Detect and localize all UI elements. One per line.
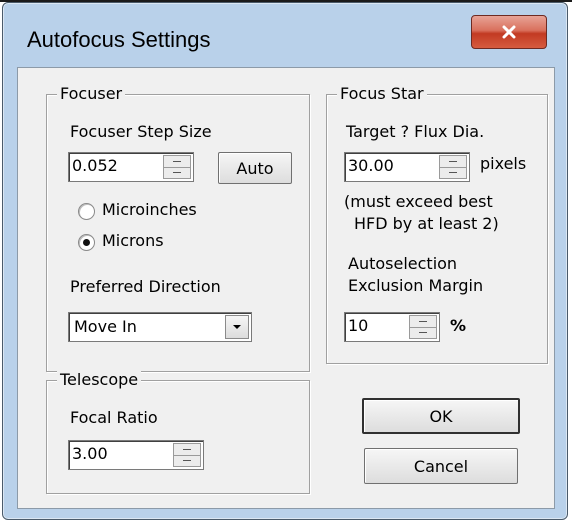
target-flux-value: 30.00 xyxy=(348,156,394,175)
focus-star-group-title: Focus Star xyxy=(337,84,427,104)
close-button[interactable] xyxy=(471,15,547,49)
cancel-button[interactable]: Cancel xyxy=(364,448,518,484)
close-icon xyxy=(502,25,516,39)
focal-ratio-spinner[interactable]: 3.00 xyxy=(68,440,204,470)
focuser-group-title: Focuser xyxy=(57,84,126,104)
microinches-label: Microinches xyxy=(102,200,197,219)
dialog-client-area: Focuser Focuser Step Size 0.052 Auto Mic… xyxy=(17,67,555,509)
step-size-value: 0.052 xyxy=(72,156,118,175)
step-size-label: Focuser Step Size xyxy=(70,122,212,141)
exclusion-margin-down-button[interactable] xyxy=(410,327,436,338)
hfd-note-line1: (must exceed best xyxy=(344,192,493,211)
autoselection-label-line1: Autoselection xyxy=(348,254,458,273)
telescope-group-title: Telescope xyxy=(57,370,142,390)
autoselection-label-line2: Exclusion Margin xyxy=(348,276,484,295)
target-flux-down-button[interactable] xyxy=(440,167,466,178)
exclusion-margin-unit: % xyxy=(450,316,467,335)
preferred-direction-value: Move In xyxy=(74,317,137,336)
dropdown-arrow-button[interactable] xyxy=(225,315,249,339)
window-title: Autofocus Settings xyxy=(27,27,211,52)
preferred-direction-label: Preferred Direction xyxy=(70,277,221,296)
ok-button[interactable]: OK xyxy=(362,398,520,434)
target-flux-unit: pixels xyxy=(480,154,527,173)
exclusion-margin-value: 10 xyxy=(348,316,369,335)
step-size-down-button[interactable] xyxy=(164,167,190,178)
telescope-group: Telescope xyxy=(46,370,310,494)
exclusion-margin-spinner[interactable]: 10 xyxy=(344,312,440,342)
focal-ratio-label: Focal Ratio xyxy=(70,408,158,427)
chevron-down-icon xyxy=(233,325,241,329)
microns-radio[interactable] xyxy=(78,234,95,251)
target-flux-spinner[interactable]: 30.00 xyxy=(344,152,470,182)
hfd-note-line2: HFD by at least 2) xyxy=(354,214,499,233)
target-flux-label: Target ? Flux Dia. xyxy=(346,122,485,141)
microinches-radio[interactable] xyxy=(78,203,95,220)
step-size-spinner[interactable]: 0.052 xyxy=(68,152,194,182)
preferred-direction-dropdown[interactable]: Move In xyxy=(68,312,252,342)
radio-selected-dot xyxy=(83,239,90,246)
focal-ratio-down-button[interactable] xyxy=(174,455,200,466)
microns-label: Microns xyxy=(102,231,164,250)
focal-ratio-value: 3.00 xyxy=(72,444,108,463)
auto-button[interactable]: Auto xyxy=(218,152,292,184)
dialog-window: Autofocus Settings Focuser Focuser Step … xyxy=(2,2,568,520)
